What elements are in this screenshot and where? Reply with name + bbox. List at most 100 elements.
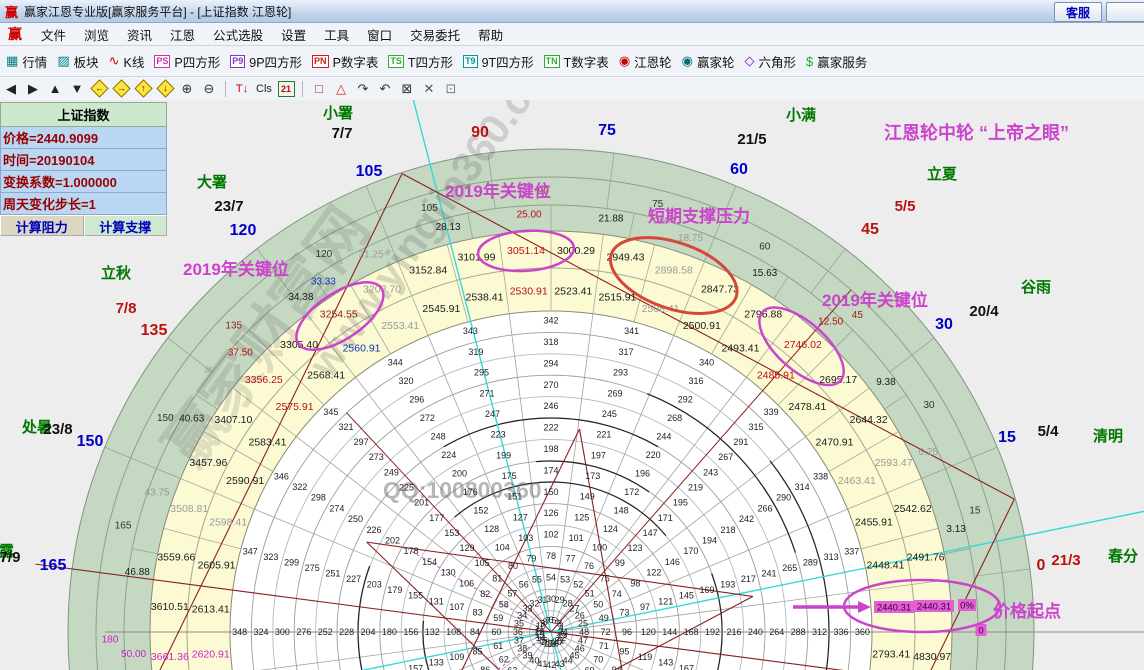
- toolbar-p-table[interactable]: PN P数字表: [312, 52, 378, 71]
- svg-text:小满: 小满: [786, 106, 816, 124]
- svg-text:291: 291: [733, 437, 748, 447]
- menu-工具[interactable]: 工具: [315, 27, 358, 45]
- svg-text:75: 75: [598, 122, 616, 139]
- shift-right-diamond-icon[interactable]: →: [111, 79, 131, 98]
- svg-text:200: 200: [452, 469, 467, 479]
- p-square-label: P四方形: [174, 55, 221, 70]
- app-logo-icon: 赢: [5, 4, 19, 20]
- cls-tool-icon[interactable]: Cls: [254, 80, 274, 98]
- svg-text:250: 250: [348, 514, 363, 524]
- svg-text:76: 76: [584, 561, 594, 571]
- zoom-out-icon[interactable]: ⊖: [199, 80, 219, 98]
- svg-text:清明: 清明: [1093, 427, 1123, 445]
- toolbar-9p-square[interactable]: P9 9P四方形: [230, 52, 302, 71]
- triangle-tool-icon[interactable]: △: [331, 80, 351, 98]
- calc-support-button[interactable]: 计算支撑: [83, 215, 167, 236]
- toolbar-t-table[interactable]: TN T数字表: [543, 52, 609, 71]
- panel-row-价格: 价格=2440.9099: [0, 127, 167, 149]
- svg-text:46.88: 46.88: [125, 567, 150, 578]
- svg-text:23/8: 23/8: [43, 421, 72, 438]
- svg-text:6.25: 6.25: [919, 447, 939, 458]
- nav-up-icon[interactable]: ▲: [45, 80, 65, 98]
- svg-text:202: 202: [385, 536, 400, 546]
- toolbar-sectors[interactable]: ▨ 板块: [57, 52, 98, 71]
- toolbar-hexagon[interactable]: ◇ 六角形: [745, 52, 797, 71]
- gann-wheel-chart: 赢家财富网www.yingjia360.comQQ:10080036012345…: [0, 100, 1144, 670]
- box-x-icon[interactable]: ⊠: [397, 80, 417, 98]
- menu-窗口[interactable]: 窗口: [358, 27, 401, 45]
- svg-text:198: 198: [543, 444, 558, 454]
- menu-资讯[interactable]: 资讯: [118, 27, 161, 45]
- t-square-icon: TS: [388, 54, 404, 68]
- shift-down-diamond-icon[interactable]: ↓: [155, 79, 175, 98]
- svg-text:52: 52: [573, 580, 583, 590]
- svg-text:7/7: 7/7: [332, 125, 353, 142]
- nav-left-icon[interactable]: ◀: [1, 80, 21, 98]
- svg-text:15.63: 15.63: [752, 268, 777, 279]
- menu-公式选股[interactable]: 公式选股: [204, 27, 272, 45]
- toolbar-winner-service[interactable]: $ 赢家服务: [806, 52, 867, 71]
- shift-left-diamond-icon[interactable]: ←: [89, 79, 109, 98]
- 9t-square-icon: T9: [463, 54, 478, 68]
- svg-text:25.00: 25.00: [517, 210, 542, 221]
- calc-resistance-button[interactable]: 计算阻力: [0, 215, 84, 236]
- svg-text:45: 45: [861, 221, 879, 238]
- svg-text:2455.91: 2455.91: [855, 516, 893, 528]
- svg-text:168: 168: [684, 627, 699, 637]
- svg-text:243: 243: [703, 467, 718, 477]
- nav-right-icon[interactable]: ▶: [23, 80, 43, 98]
- svg-text:340: 340: [699, 357, 714, 367]
- menu-帮助[interactable]: 帮助: [469, 27, 512, 45]
- p-table-label: P数字表: [332, 55, 379, 70]
- shift-up-diamond-icon[interactable]: ↑: [133, 79, 153, 98]
- svg-text:245: 245: [602, 409, 617, 419]
- toolbar-p-square[interactable]: PS P四方形: [154, 52, 220, 71]
- calendar-tool-icon[interactable]: 21: [276, 80, 296, 98]
- svg-text:298: 298: [311, 493, 326, 503]
- menu-文件[interactable]: 文件: [32, 27, 75, 45]
- svg-text:178: 178: [404, 546, 419, 556]
- updown-tool-icon[interactable]: T↓: [232, 80, 252, 98]
- toolbar-gann-wheel[interactable]: ◉ 江恩轮: [619, 52, 672, 71]
- rotate-ccw-icon[interactable]: ↶: [375, 80, 395, 98]
- svg-text:196: 196: [635, 469, 650, 479]
- svg-text:78: 78: [546, 551, 556, 561]
- svg-text:47: 47: [578, 636, 588, 646]
- menu-交易委托[interactable]: 交易委托: [401, 27, 469, 45]
- svg-text:50.00: 50.00: [121, 649, 146, 660]
- menu-江恩[interactable]: 江恩: [161, 27, 204, 45]
- collapse-icon[interactable]: ✕: [419, 80, 439, 98]
- square-tool-icon[interactable]: □: [309, 80, 329, 98]
- zoom-in-icon[interactable]: ⊕: [177, 80, 197, 98]
- svg-text:15: 15: [969, 505, 981, 516]
- menu-浏览[interactable]: 浏览: [75, 27, 118, 45]
- svg-text:57: 57: [507, 588, 517, 598]
- nav-down-icon[interactable]: ▼: [67, 80, 87, 98]
- svg-text:2019年关键位: 2019年关键位: [183, 259, 289, 279]
- svg-text:246: 246: [543, 401, 558, 411]
- svg-text:201: 201: [414, 498, 429, 508]
- svg-text:23/7: 23/7: [214, 198, 243, 215]
- 9p-square-label: 9P四方形: [249, 55, 303, 70]
- screen-tool-icon[interactable]: ⊡: [441, 80, 461, 98]
- svg-text:339: 339: [764, 407, 779, 417]
- svg-text:216: 216: [726, 627, 741, 637]
- t-square-label: T四方形: [407, 55, 454, 70]
- toolbar-kline[interactable]: ∿ K线: [109, 52, 145, 71]
- svg-text:30: 30: [546, 594, 556, 604]
- toolbar-quotes[interactable]: ▦ 行情: [6, 52, 47, 71]
- toolbar-winner-wheel[interactable]: ◉ 赢家轮: [682, 52, 735, 71]
- edge-button[interactable]: [1106, 2, 1144, 22]
- rotate-cw-icon[interactable]: ↷: [353, 80, 373, 98]
- svg-text:348: 348: [232, 627, 247, 637]
- svg-text:146: 146: [665, 557, 680, 567]
- svg-text:9.38: 9.38: [876, 377, 896, 388]
- toolbar-t-square[interactable]: TS T四方形: [388, 52, 453, 71]
- menu-设置[interactable]: 设置: [272, 27, 315, 45]
- service-button[interactable]: 客服: [1054, 2, 1102, 22]
- svg-text:222: 222: [543, 423, 558, 433]
- toolbar-9t-square[interactable]: T9 9T四方形: [463, 52, 534, 71]
- svg-text:102: 102: [543, 530, 558, 540]
- svg-text:249: 249: [384, 467, 399, 477]
- svg-text:346: 346: [274, 471, 289, 481]
